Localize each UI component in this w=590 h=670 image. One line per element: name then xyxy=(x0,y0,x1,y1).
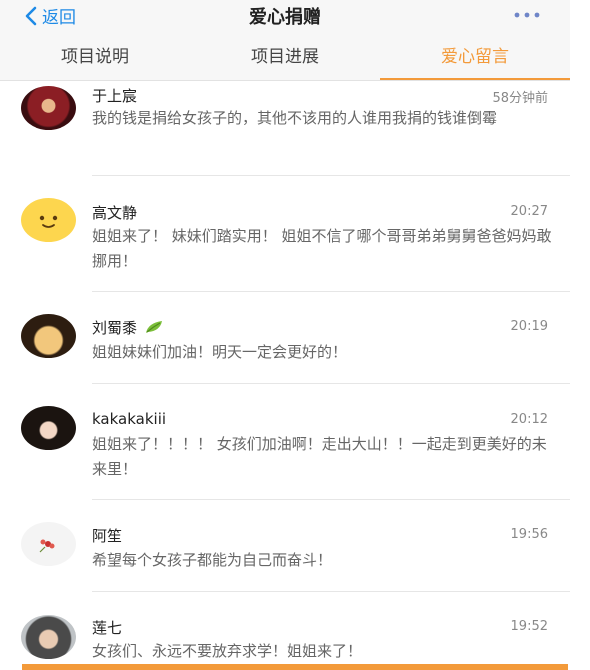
commenter-name: kakakakiii xyxy=(92,410,167,428)
more-icon[interactable] xyxy=(513,12,541,18)
screen-edge xyxy=(570,0,590,670)
commenter-name: 高文静 xyxy=(92,204,138,222)
leaf-icon xyxy=(145,321,162,333)
active-tab-indicator xyxy=(380,78,570,80)
comment-text: 姐姐来了！！！！ 女孩们加油啊！走出大山！！一起走到更美好的未来里！ xyxy=(92,435,547,478)
comment-time: 58分钟前 xyxy=(492,91,548,106)
list-item[interactable]: kakakakiii 20:12 姐姐来了！！！！ 女孩们加油啊！走出大山！！一… xyxy=(0,384,570,500)
nav-bar: 返回 爱心捐赠 xyxy=(0,0,570,30)
smile-face-icon xyxy=(39,215,58,228)
comment-time: 20:12 xyxy=(510,412,548,427)
avatar xyxy=(21,198,76,242)
commenter-name: 于上宸 xyxy=(92,87,138,105)
tab-project-description[interactable]: 项目说明 xyxy=(0,30,190,80)
comment-text: 姐姐来了！ 妹妹们踏实用！ 姐姐不信了哪个哥哥弟弟舅舅爸爸妈妈敢挪用！ xyxy=(92,227,552,270)
flower-icon xyxy=(39,539,55,553)
list-item[interactable]: 于上宸 58分钟前 我的钱是捐给女孩子的，其他不该用的人谁用我捐的钱谁倒霉 xyxy=(0,81,570,176)
tab-messages[interactable]: 爱心留言 xyxy=(380,30,570,80)
avatar xyxy=(21,615,76,659)
comment-text: 女孩们、永远不要放弃求学！姐姐来了！ xyxy=(92,642,363,660)
bottom-action-bar[interactable] xyxy=(22,664,568,670)
comment-time: 19:56 xyxy=(510,527,548,542)
avatar xyxy=(21,406,76,450)
comment-text: 我的钱是捐给女孩子的，其他不该用的人谁用我捐的钱谁倒霉 xyxy=(92,109,498,127)
avatar xyxy=(21,522,76,566)
tab-bar: 项目说明 项目进展 爱心留言 xyxy=(0,30,570,81)
tab-project-progress[interactable]: 项目进展 xyxy=(190,30,380,80)
comment-time: 20:27 xyxy=(510,204,548,219)
commenter-name-text: 刘蜀黍 xyxy=(92,319,138,337)
list-item[interactable]: 刘蜀黍 20:19 姐姐妹妹们加油！明天一定会更好的！ xyxy=(0,292,570,384)
comment-time: 20:19 xyxy=(510,319,548,334)
page-title: 爱心捐赠 xyxy=(249,7,321,28)
list-item[interactable]: 阿笙 19:56 希望每个女孩子都能为自己而奋斗！ xyxy=(0,500,570,592)
commenter-name: 莲七 xyxy=(92,619,123,637)
comment-text: 姐姐妹妹们加油！明天一定会更好的！ xyxy=(92,343,348,361)
commenter-name: 刘蜀黍 xyxy=(92,317,166,338)
comment-text: 希望每个女孩子都能为自己而奋斗！ xyxy=(92,551,333,569)
list-item[interactable]: 高文静 20:27 姐姐来了！ 妹妹们踏实用！ 姐姐不信了哪个哥哥弟弟舅舅爸爸妈… xyxy=(0,176,570,292)
avatar xyxy=(21,86,76,130)
commenter-name: 阿笙 xyxy=(92,527,123,545)
avatar xyxy=(21,314,76,358)
comment-time: 19:52 xyxy=(510,619,548,634)
list-item[interactable]: 莲七 19:52 女孩们、永远不要放弃求学！姐姐来了！ xyxy=(0,592,570,668)
